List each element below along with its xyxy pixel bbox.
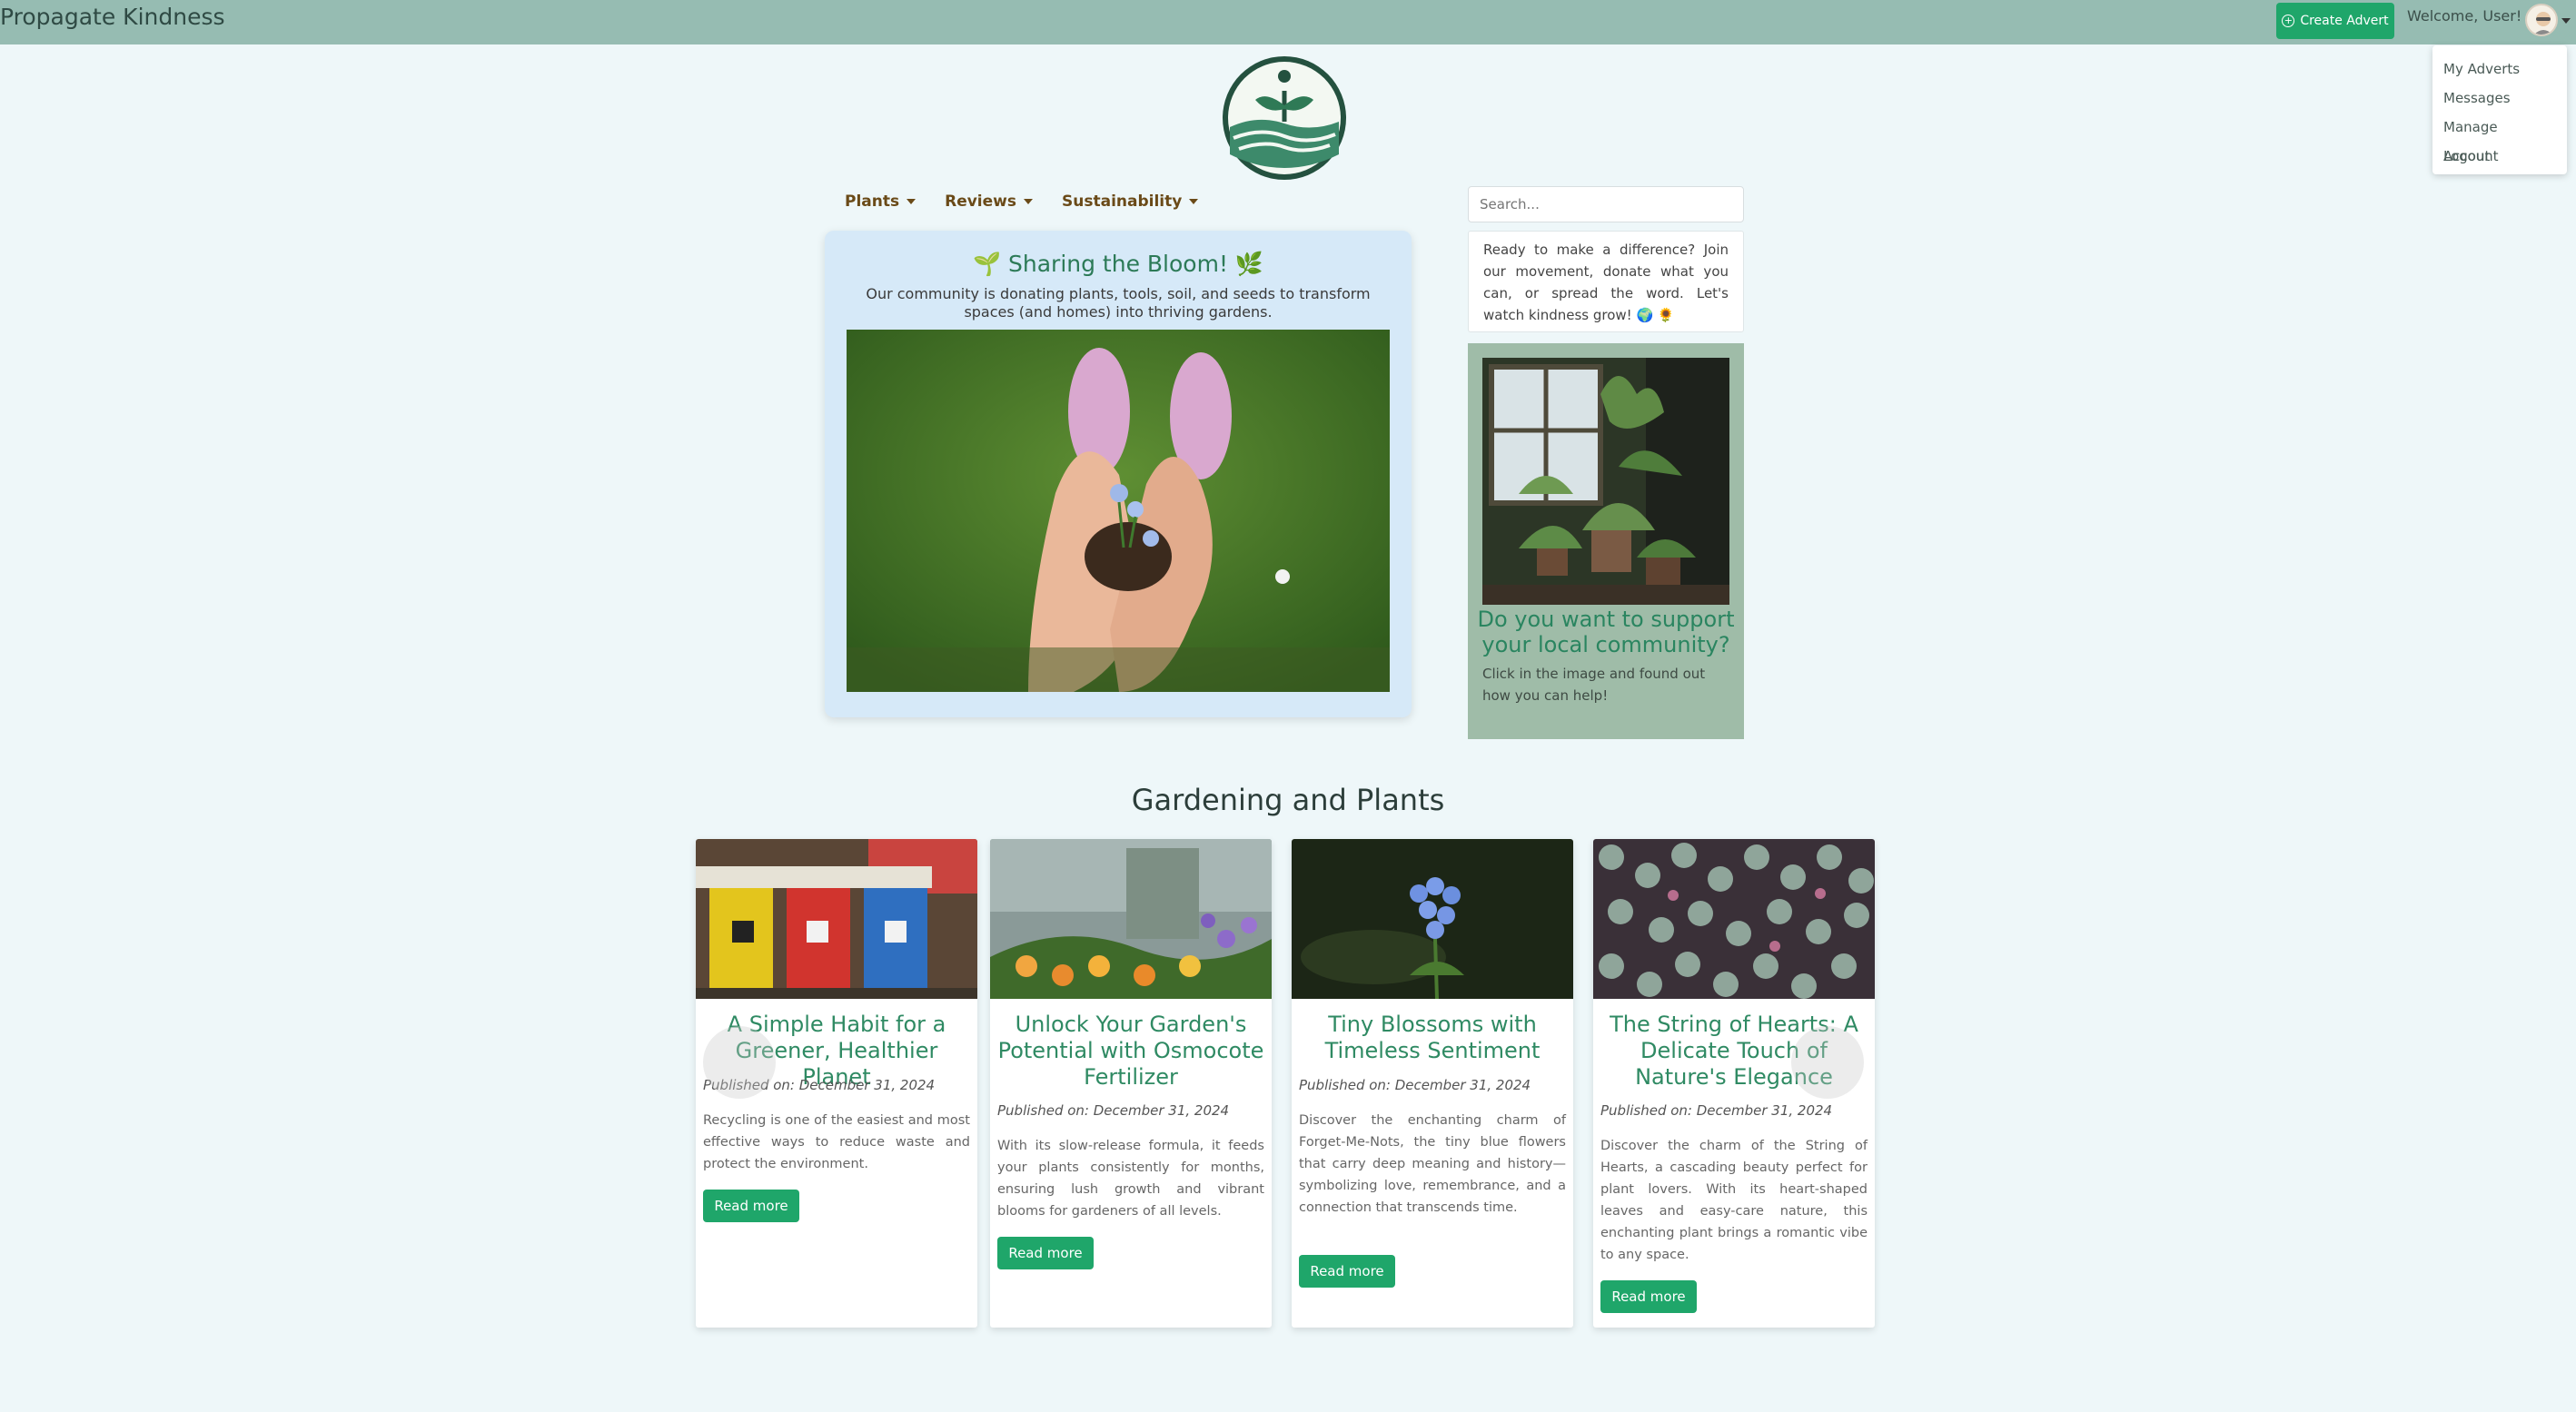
search-input[interactable] xyxy=(1468,186,1744,222)
support-community-panel: Do you want to support your local commun… xyxy=(1468,343,1744,739)
support-text: Click in the image and found out how you… xyxy=(1482,666,1706,704)
caret-down-icon xyxy=(1024,199,1033,204)
card-text: Discover the enchanting charm of Forget-… xyxy=(1299,1113,1566,1215)
brand-title[interactable]: Propagate Kindness xyxy=(0,4,225,30)
menu-item-manage-account[interactable]: Manage Account xyxy=(2443,113,2556,164)
user-dropdown-menu: My Adverts Messages Manage Account Logou… xyxy=(2432,45,2567,174)
menu-item-my-adverts[interactable]: My Adverts xyxy=(2443,54,2556,84)
hands-seedling-image xyxy=(847,330,1390,692)
indoor-plants-image[interactable] xyxy=(1482,358,1729,605)
caret-down-icon xyxy=(907,199,916,204)
read-more-button[interactable]: Read more xyxy=(703,1190,799,1222)
nav-label: Sustainability xyxy=(1062,193,1183,211)
top-navbar: Propagate Kindness + Create Advert Welco… xyxy=(0,0,2576,44)
card-text: Recycling is one of the easiest and most… xyxy=(703,1113,970,1171)
card-date: Published on: December 31, 2024 xyxy=(1600,1102,1833,1119)
card-text: Discover the charm of the String of Hear… xyxy=(1600,1139,1868,1262)
main-nav: Plants Reviews Sustainability xyxy=(845,193,1199,211)
nav-item-plants[interactable]: Plants xyxy=(845,193,916,211)
carousel-prev-button[interactable] xyxy=(703,1026,776,1099)
featured-panel: 🌱 Sharing the Bloom! 🌿 Our community is … xyxy=(825,231,1412,717)
card-title[interactable]: Unlock Your Garden's Potential with Osmo… xyxy=(997,1012,1264,1091)
card-title[interactable]: Tiny Blossoms with Timeless Sentiment xyxy=(1299,1012,1566,1064)
carousel-next-button[interactable] xyxy=(1791,1026,1864,1099)
nav-item-sustainability[interactable]: Sustainability xyxy=(1062,193,1199,211)
menu-item-logout[interactable]: Logout xyxy=(2443,142,2556,171)
read-more-button[interactable]: Read more xyxy=(1600,1280,1697,1313)
join-movement-text: Ready to make a difference? Join our mov… xyxy=(1468,231,1744,332)
forget-me-not-image xyxy=(1292,839,1573,999)
string-of-hearts-image xyxy=(1593,839,1875,999)
article-card: Tiny Blossoms with Timeless Sentiment Pu… xyxy=(1292,839,1573,1328)
read-more-button[interactable]: Read more xyxy=(997,1237,1094,1269)
site-logo[interactable] xyxy=(1221,54,1348,182)
article-card: Unlock Your Garden's Potential with Osmo… xyxy=(990,839,1272,1328)
support-title: Do you want to support your local commun… xyxy=(1477,607,1735,657)
plus-circle-icon: + xyxy=(2282,15,2295,27)
card-date: Published on: December 31, 2024 xyxy=(997,1102,1230,1119)
featured-title: 🌱 Sharing the Bloom! 🌿 xyxy=(972,251,1264,277)
caret-down-icon xyxy=(1189,199,1199,204)
card-date: Published on: December 31, 2024 xyxy=(1299,1077,1531,1093)
card-text: With its slow-release formula, it feeds … xyxy=(997,1139,1264,1219)
nav-label: Reviews xyxy=(945,193,1016,211)
garden-flowers-image xyxy=(990,839,1272,999)
create-advert-label: Create Advert xyxy=(2300,14,2389,28)
user-avatar-icon[interactable] xyxy=(2525,4,2558,36)
menu-item-messages[interactable]: Messages xyxy=(2443,84,2556,113)
read-more-button[interactable]: Read more xyxy=(1299,1255,1395,1288)
nav-label: Plants xyxy=(845,193,900,211)
nav-item-reviews[interactable]: Reviews xyxy=(945,193,1033,211)
featured-text: Our community is donating plants, tools,… xyxy=(866,285,1371,321)
recycling-bins-image xyxy=(696,839,977,999)
chevron-down-icon[interactable] xyxy=(2561,18,2571,24)
create-advert-button[interactable]: + Create Advert xyxy=(2276,3,2394,39)
welcome-text: Welcome, User! xyxy=(2407,7,2522,25)
section-title: Gardening and Plants xyxy=(1131,783,1445,817)
